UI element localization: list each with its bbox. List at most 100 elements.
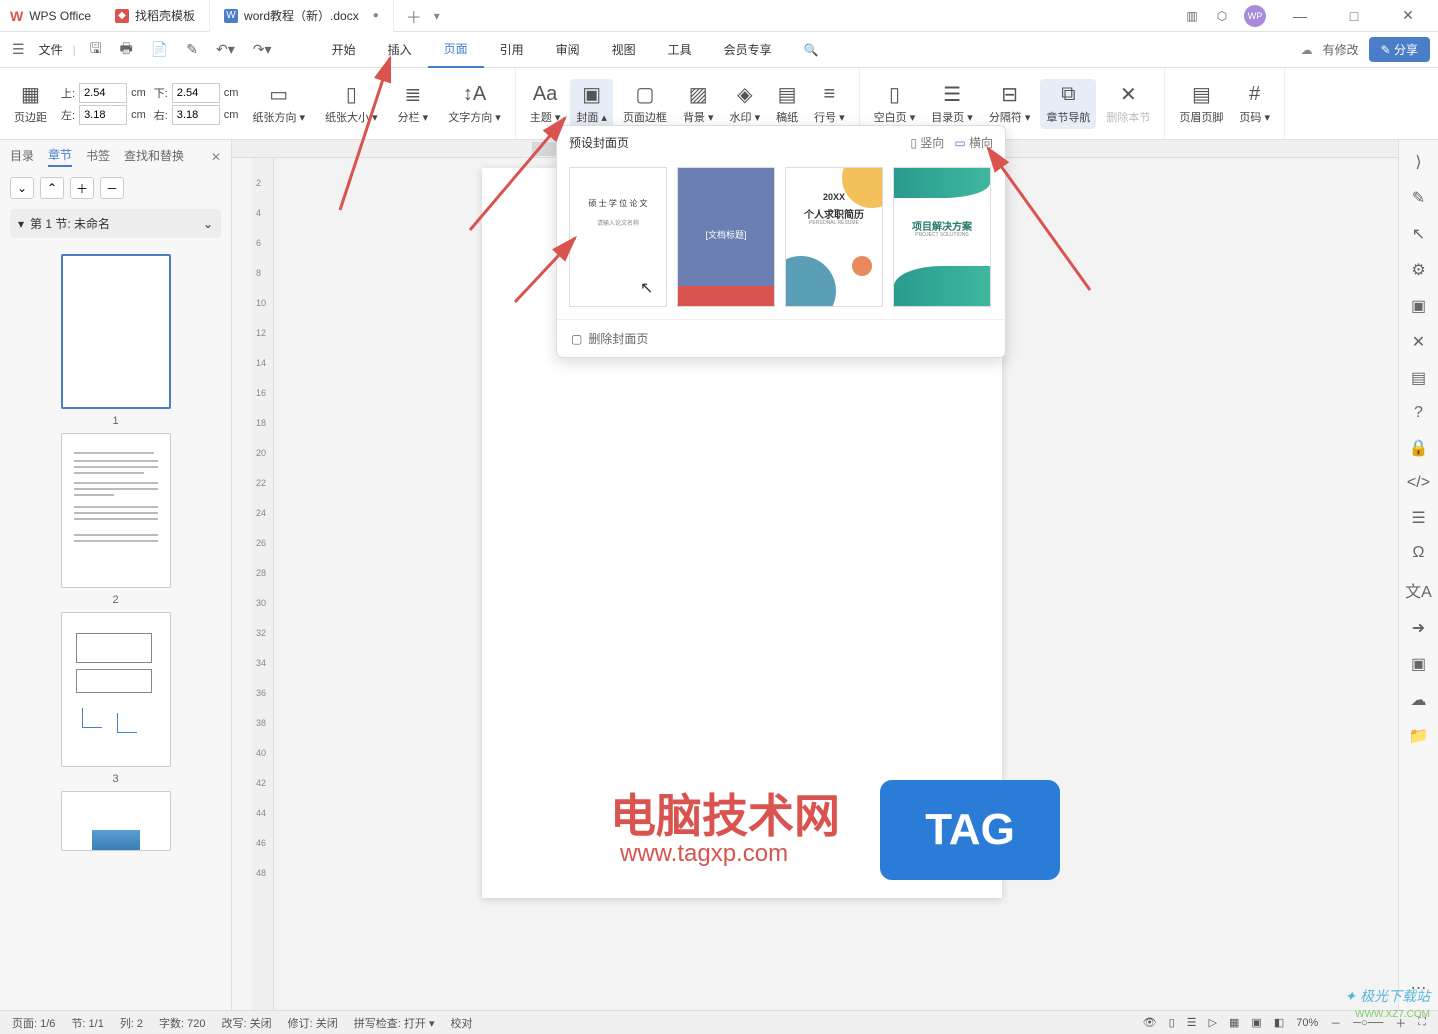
view-eye-icon[interactable]: 👁 (1143, 1016, 1157, 1029)
pen-icon[interactable]: ✎ (1412, 188, 1425, 208)
sidebar-tab-find[interactable]: 查找和替换 (124, 147, 184, 166)
undo-icon[interactable]: ↶▾ (212, 39, 239, 60)
cover-button[interactable]: ▣封面 ▴ (570, 79, 613, 129)
sidebar-tab-chapter[interactable]: 章节 (48, 146, 72, 167)
export-icon[interactable]: ➜ (1412, 618, 1425, 638)
save-icon[interactable]: 🖫 (86, 36, 106, 64)
tab-reference[interactable]: 引用 (484, 32, 540, 68)
margin-left-input[interactable] (79, 105, 127, 125)
menu-icon[interactable]: ☰ (8, 39, 29, 60)
margin-bottom-input[interactable] (172, 83, 220, 103)
status-section[interactable]: 节: 1/1 (71, 1015, 103, 1031)
view-mode-icon[interactable]: ◧ (1274, 1016, 1284, 1029)
tab-document[interactable]: W word教程（新）.docx ● (210, 0, 394, 32)
format-icon[interactable]: ✎ (182, 39, 202, 60)
close-button[interactable]: ✕ (1388, 7, 1428, 24)
size-button[interactable]: ▯纸张大小 ▾ (319, 79, 384, 129)
view-page-icon[interactable]: ▯ (1169, 1016, 1175, 1029)
status-proof[interactable]: 校对 (450, 1015, 472, 1031)
view-web-icon[interactable]: ▦ (1229, 1016, 1239, 1029)
list-icon[interactable]: ☰ (1411, 508, 1425, 528)
tab-view[interactable]: 视图 (596, 32, 652, 68)
status-spell[interactable]: 拼写检查: 打开 ▾ (354, 1015, 435, 1031)
remove-button[interactable]: － (100, 177, 124, 199)
new-tab-button[interactable]: ＋ (394, 4, 434, 28)
status-column[interactable]: 列: 2 (120, 1015, 143, 1031)
margins-button[interactable]: ▦ 页边距 (8, 79, 53, 129)
note-icon[interactable]: ▤ (1411, 368, 1426, 388)
lock-icon[interactable]: 🔒 (1409, 438, 1429, 458)
cloud-sync-icon[interactable]: ☁ (1411, 690, 1427, 710)
redo-icon[interactable]: ↷▾ (249, 39, 276, 60)
nav-button[interactable]: ⧉章节导航 (1040, 79, 1096, 129)
layers-icon[interactable]: ▣ (1411, 296, 1426, 316)
status-words[interactable]: 字数: 720 (159, 1015, 205, 1031)
preview-icon[interactable]: 📄 (147, 39, 172, 60)
thumbnail-1[interactable] (61, 254, 171, 409)
maximize-button[interactable]: □ (1334, 8, 1374, 24)
minimize-button[interactable]: — (1280, 8, 1320, 24)
tools-icon[interactable]: ✕ (1412, 332, 1425, 352)
translate-icon[interactable]: 文A (1405, 578, 1432, 602)
sidebar-tab-bookmark[interactable]: 书签 (86, 147, 110, 166)
border-button[interactable]: ▢页面边框 (617, 79, 673, 129)
linenum-button[interactable]: ≡行号 ▾ (808, 79, 851, 129)
search-button[interactable]: 🔍 (788, 32, 835, 68)
cursor-icon[interactable]: ↖ (1412, 224, 1425, 244)
sidebar-tab-toc[interactable]: 目录 (10, 147, 34, 166)
status-revise[interactable]: 修订: 关闭 (288, 1015, 338, 1031)
settings-icon[interactable]: ⚙ (1411, 260, 1425, 280)
tab-close-icon[interactable]: ● (373, 10, 379, 21)
tab-dropdown[interactable]: ▾ (434, 9, 440, 23)
cover-template-3[interactable]: 20XX 个人求职简历 PERSONAL RESUME (785, 167, 883, 307)
collapse-pane-icon[interactable]: ⟩ (1415, 152, 1421, 172)
orientation-portrait[interactable]: ▯ 竖向 (910, 134, 944, 151)
theme-button[interactable]: Aa主题 ▾ (524, 79, 567, 129)
add-button[interactable]: ＋ (70, 177, 94, 199)
omega-icon[interactable]: Ω (1413, 544, 1425, 562)
background-button[interactable]: ▨背景 ▾ (677, 79, 720, 129)
status-track[interactable]: 改写: 关闭 (222, 1015, 272, 1031)
view-read-icon[interactable]: ▷ (1209, 1016, 1217, 1029)
status-page[interactable]: 页面: 1/6 (12, 1015, 55, 1031)
columns-button[interactable]: ≣分栏 ▾ (392, 79, 435, 129)
collapse-button[interactable]: ⌄ (10, 177, 34, 199)
code-icon[interactable]: </> (1407, 474, 1430, 492)
avatar[interactable]: WP (1244, 5, 1266, 27)
modified-badge[interactable]: 有修改 (1323, 41, 1359, 58)
zoom-value[interactable]: 70% (1296, 1017, 1318, 1029)
sidebar-close-icon[interactable]: ✕ (211, 150, 221, 164)
headerfooter-button[interactable]: ▤页眉页脚 (1173, 79, 1229, 129)
file-menu[interactable]: 文件 (39, 41, 63, 58)
margin-top-input[interactable] (79, 83, 127, 103)
print-icon[interactable]: 🖶 (116, 36, 137, 64)
pagenum-button[interactable]: #页码 ▾ (1233, 79, 1276, 129)
tab-member[interactable]: 会员专享 (708, 32, 788, 68)
delete-cover-button[interactable]: ▢ 删除封面页 (557, 319, 1005, 357)
thumbnail-2[interactable] (61, 433, 171, 588)
image-icon[interactable]: ▣ (1411, 654, 1426, 674)
tab-page[interactable]: 页面 (428, 32, 484, 68)
tab-insert[interactable]: 插入 (372, 32, 428, 68)
thumbnail-3[interactable] (61, 612, 171, 767)
tab-start[interactable]: 开始 (316, 32, 372, 68)
orientation-landscape[interactable]: ▭ 横向 (954, 134, 993, 151)
delsec-button[interactable]: ✕删除本节 (1100, 79, 1156, 129)
help-icon[interactable]: ? (1414, 404, 1423, 422)
section-selector[interactable]: ▾第 1 节: 未命名⌄ (10, 209, 221, 238)
separator-button[interactable]: ⊟分隔符 ▾ (983, 79, 1037, 129)
move-up-button[interactable]: ⌃ (40, 177, 64, 199)
tab-review[interactable]: 审阅 (540, 32, 596, 68)
cube-icon[interactable]: ⬡ (1214, 8, 1230, 24)
panel-icon[interactable]: ▥ (1184, 8, 1200, 24)
share-button[interactable]: ✎ 分享 (1369, 37, 1430, 62)
watermark-button[interactable]: ◈水印 ▾ (724, 79, 767, 129)
tab-templates[interactable]: ◆ 找稻壳模板 (101, 0, 210, 32)
lined-button[interactable]: ▤稿纸 (770, 79, 804, 129)
cover-template-4[interactable]: 项目解决方案 PROJECT SOLUTIONS (893, 167, 991, 307)
textdir-button[interactable]: ↕A文字方向 ▾ (442, 79, 507, 129)
cover-template-2[interactable]: [文档标题] (677, 167, 775, 307)
view-outline-icon[interactable]: ☰ (1187, 1016, 1197, 1029)
zoom-out-button[interactable]: － (1330, 1015, 1341, 1031)
folder-icon[interactable]: 📁 (1409, 726, 1429, 746)
